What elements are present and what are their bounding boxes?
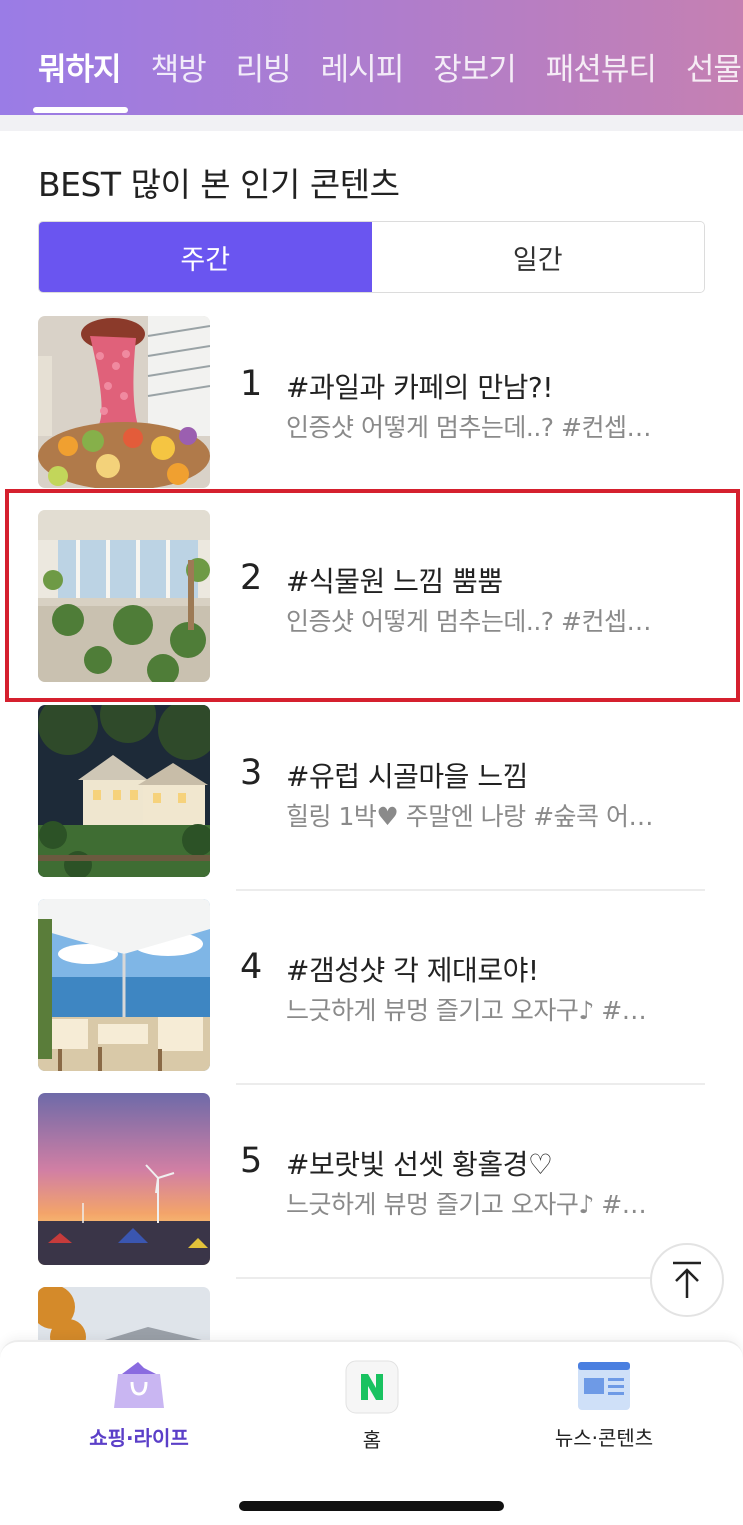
nav-home[interactable]: 홈 bbox=[272, 1360, 472, 1453]
item-thumbnail[interactable] bbox=[38, 899, 210, 1071]
list-divider bbox=[236, 1277, 705, 1279]
item-rank: 4 bbox=[240, 947, 263, 987]
nav-label: 뉴스·콘텐츠 bbox=[554, 1426, 654, 1450]
item-subtitle: 인증샷 어떻게 멈추는데..? #컨셉… bbox=[286, 607, 651, 636]
tab-fashion-beauty[interactable]: 패션뷰티 bbox=[546, 44, 657, 89]
nav-label: 홈 bbox=[362, 1428, 382, 1452]
item-thumbnail[interactable] bbox=[38, 1093, 210, 1265]
item-title[interactable]: #유럽 시골마을 느낌 bbox=[286, 755, 528, 795]
european-village-image bbox=[38, 705, 210, 877]
active-tab-indicator bbox=[33, 107, 128, 113]
glamping-view-image bbox=[38, 899, 210, 1071]
nav-label: 쇼핑·라이프 bbox=[89, 1426, 189, 1450]
item-thumbnail[interactable] bbox=[38, 510, 210, 682]
item-title[interactable]: #식물원 느낌 뿜뿜 bbox=[286, 560, 503, 600]
category-tab-bar: 뭐하지 책방 리빙 레시피 장보기 패션뷰티 선물 bbox=[0, 0, 743, 115]
nav-shopping-life[interactable]: 쇼핑·라이프 bbox=[39, 1360, 239, 1451]
list-divider bbox=[236, 1083, 705, 1085]
naver-home-icon bbox=[345, 1360, 399, 1414]
botanical-cafe-image bbox=[38, 510, 210, 682]
list-item[interactable]: 3 #유럽 시골마을 느낌 힐링 1박♥ 주말엔 나랑 #숲콕 어… bbox=[0, 705, 743, 899]
news-icon bbox=[578, 1362, 630, 1410]
item-rank: 2 bbox=[240, 558, 263, 598]
bottom-navigation: 쇼핑·라이프 홈 뉴스·콘텐츠 bbox=[0, 1340, 743, 1525]
daily-segment-button[interactable]: 일간 bbox=[371, 222, 704, 292]
list-divider bbox=[236, 889, 705, 891]
arrow-up-icon bbox=[673, 1261, 701, 1298]
tab-living[interactable]: 리빙 bbox=[236, 44, 292, 89]
weekly-segment-button[interactable]: 주간 bbox=[39, 222, 372, 292]
item-title[interactable]: #보랏빛 선셋 황홀경♡ bbox=[286, 1143, 553, 1183]
period-segment-control: 주간 일간 bbox=[38, 221, 705, 293]
item-subtitle: 느긋하게 뷰멍 즐기고 오자구♪ #… bbox=[286, 1190, 647, 1219]
item-rank: 1 bbox=[240, 364, 263, 404]
item-thumbnail[interactable] bbox=[38, 316, 210, 488]
tab-grocery[interactable]: 장보기 bbox=[433, 44, 517, 89]
purple-sunset-image bbox=[38, 1093, 210, 1265]
list-item[interactable]: 4 #갬성샷 각 제대로야! 느긋하게 뷰멍 즐기고 오자구♪ #… bbox=[0, 899, 743, 1093]
item-rank: 5 bbox=[240, 1141, 263, 1181]
item-subtitle: 느긋하게 뷰멍 즐기고 오자구♪ #… bbox=[286, 996, 647, 1025]
shopping-bag-icon bbox=[114, 1362, 164, 1408]
item-rank: 3 bbox=[240, 753, 263, 793]
nav-news-content[interactable]: 뉴스·콘텐츠 bbox=[504, 1360, 704, 1451]
tab-what-to-do[interactable]: 뭐하지 bbox=[38, 44, 122, 89]
item-title[interactable]: #갬성샷 각 제대로야! bbox=[286, 949, 539, 989]
item-subtitle: 힐링 1박♥ 주말엔 나랑 #숲콕 어… bbox=[286, 802, 654, 831]
section-title: BEST 많이 본 인기 콘텐츠 bbox=[38, 165, 400, 204]
item-subtitle: 인증샷 어떻게 멈추는데..? #컨셉… bbox=[286, 413, 651, 442]
item-title[interactable]: #과일과 카페의 만남?! bbox=[286, 366, 553, 406]
app-screen: 뭐하지 책방 리빙 레시피 장보기 패션뷰티 선물 BEST 많이 본 인기 콘… bbox=[0, 0, 743, 1525]
fruit-cafe-image bbox=[38, 316, 210, 488]
category-tabs: 뭐하지 책방 리빙 레시피 장보기 패션뷰티 선물 bbox=[38, 44, 743, 89]
home-indicator bbox=[239, 1501, 504, 1511]
tab-gift[interactable]: 선물 bbox=[686, 44, 742, 89]
tab-recipe[interactable]: 레시피 bbox=[321, 44, 405, 89]
list-item[interactable]: 2 #식물원 느낌 뿜뿜 인증샷 어떻게 멈추는데..? #컨셉… bbox=[0, 510, 743, 704]
list-item[interactable]: 5 #보랏빛 선셋 황홀경♡ 느긋하게 뷰멍 즐기고 오자구♪ #… bbox=[0, 1093, 743, 1287]
tab-bar-separator bbox=[0, 115, 743, 131]
list-item[interactable]: 1 #과일과 카페의 만남?! 인증샷 어떻게 멈추는데..? #컨셉… bbox=[0, 316, 743, 510]
scroll-to-top-button[interactable] bbox=[650, 1243, 724, 1317]
item-thumbnail[interactable] bbox=[38, 705, 210, 877]
tab-books[interactable]: 책방 bbox=[151, 44, 207, 89]
